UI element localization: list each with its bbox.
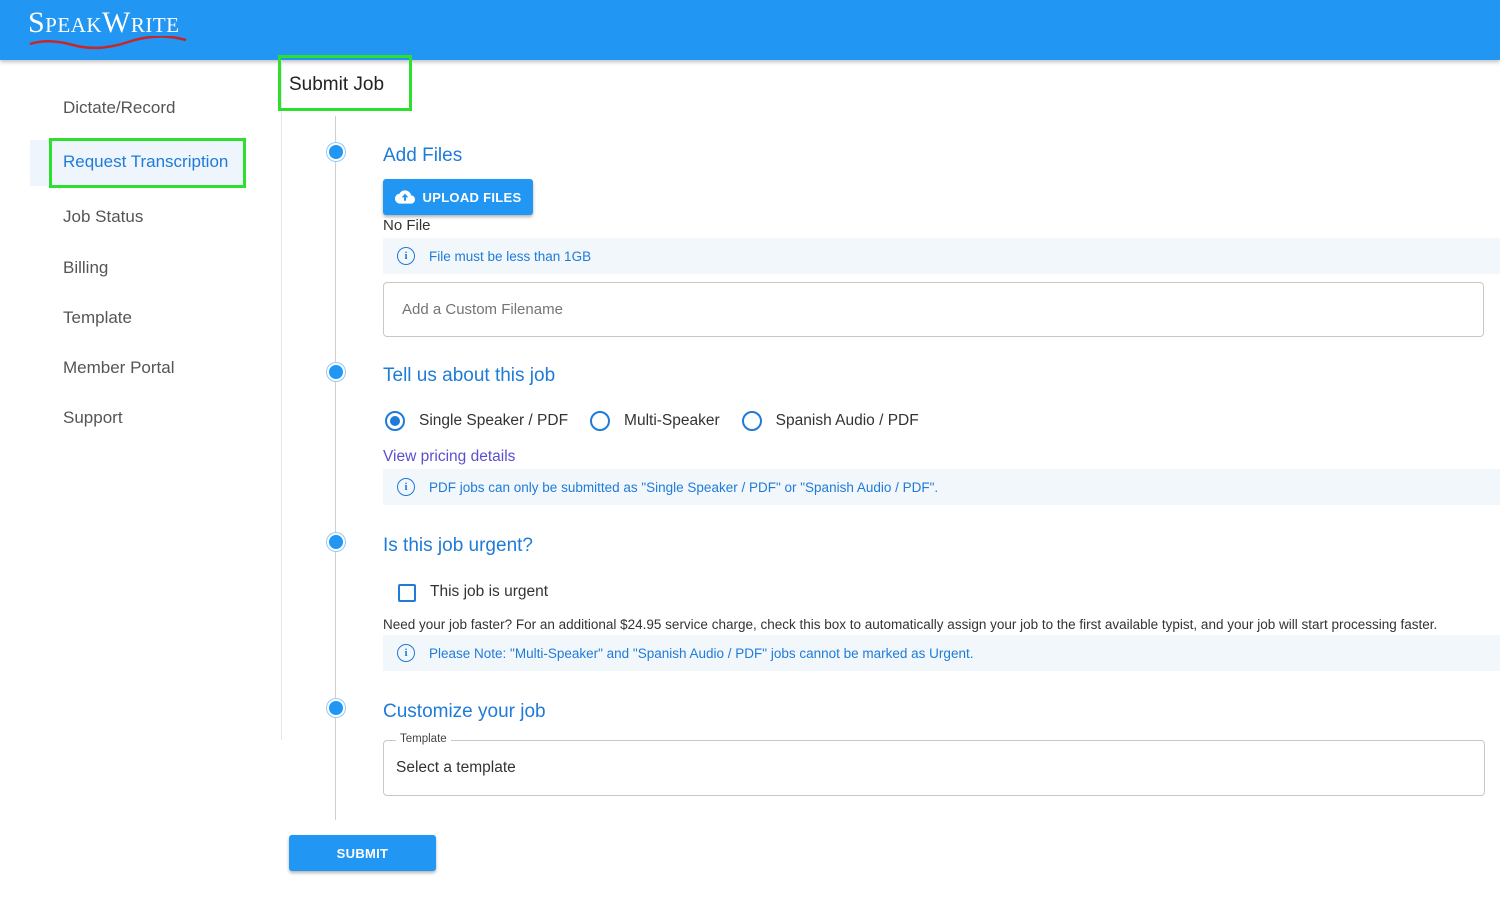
template-select-value[interactable]: Select a template xyxy=(396,759,516,777)
radio-selected-indicator xyxy=(390,416,400,426)
page-title: Submit Job xyxy=(289,74,385,95)
view-pricing-link[interactable]: View pricing details xyxy=(383,448,515,466)
step-dot-urgent xyxy=(327,533,345,551)
radio-multi-speaker[interactable] xyxy=(590,411,611,431)
sidebar-item-billing[interactable]: Billing xyxy=(63,258,108,278)
radio-spanish-audio[interactable] xyxy=(741,411,762,431)
info-file-size: i File must be less than 1GB xyxy=(383,238,1500,274)
sidebar-item-template[interactable]: Template xyxy=(63,308,132,328)
radio-label-single-speaker[interactable]: Single Speaker / PDF xyxy=(419,412,568,430)
step-dot-job-type xyxy=(327,363,345,381)
logo-swoosh-icon xyxy=(29,36,187,50)
info-urgent-note: i Please Note: "Multi-Speaker" and "Span… xyxy=(383,635,1500,671)
template-select-legend: Template xyxy=(396,733,451,745)
radio-label-spanish-audio[interactable]: Spanish Audio / PDF xyxy=(776,412,919,430)
highlight-box-request-transcription xyxy=(49,138,246,188)
step-dot-customize xyxy=(327,699,345,717)
template-select[interactable] xyxy=(383,740,1485,796)
info-icon: i xyxy=(397,247,415,265)
sidebar-item-support[interactable]: Support xyxy=(63,408,123,428)
info-pdf-jobs: i PDF jobs can only be submitted as "Sin… xyxy=(383,469,1500,505)
custom-filename-input[interactable] xyxy=(383,282,1484,337)
info-icon: i xyxy=(397,644,415,662)
upload-files-label: UPLOAD FILES xyxy=(422,189,522,205)
info-icon: i xyxy=(397,478,415,496)
radio-label-multi-speaker[interactable]: Multi-Speaker xyxy=(624,412,720,430)
top-bar: SpeakWrite xyxy=(0,0,1500,60)
speakwrite-logo[interactable]: SpeakWrite xyxy=(28,6,180,40)
urgent-description: Need your job faster? For an additional … xyxy=(383,617,1438,632)
job-type-radio-group: Single Speaker / PDF Multi-Speaker Spani… xyxy=(385,411,919,431)
submit-button[interactable]: SUBMIT xyxy=(289,835,436,871)
info-pdf-jobs-text: PDF jobs can only be submitted as "Singl… xyxy=(429,479,939,495)
info-urgent-note-text: Please Note: "Multi-Speaker" and "Spanis… xyxy=(429,645,974,661)
sidebar-item-dictate-record[interactable]: Dictate/Record xyxy=(63,98,175,118)
section-title-customize: Customize your job xyxy=(383,701,546,722)
section-title-job-type: Tell us about this job xyxy=(383,365,556,386)
urgent-checkbox[interactable] xyxy=(398,584,416,602)
radio-single-speaker[interactable] xyxy=(385,411,405,431)
urgent-checkbox-label[interactable]: This job is urgent xyxy=(430,583,548,601)
info-file-size-text: File must be less than 1GB xyxy=(429,248,592,264)
step-dot-add-files xyxy=(327,143,345,161)
cloud-upload-icon xyxy=(394,190,415,204)
sidebar-item-job-status[interactable]: Job Status xyxy=(63,207,143,227)
section-title-urgent: Is this job urgent? xyxy=(383,535,533,556)
upload-files-button[interactable]: UPLOAD FILES xyxy=(383,179,533,215)
section-title-add-files: Add Files xyxy=(383,145,463,166)
file-status: No File xyxy=(383,217,431,234)
sidebar-item-member-portal[interactable]: Member Portal xyxy=(63,358,174,378)
